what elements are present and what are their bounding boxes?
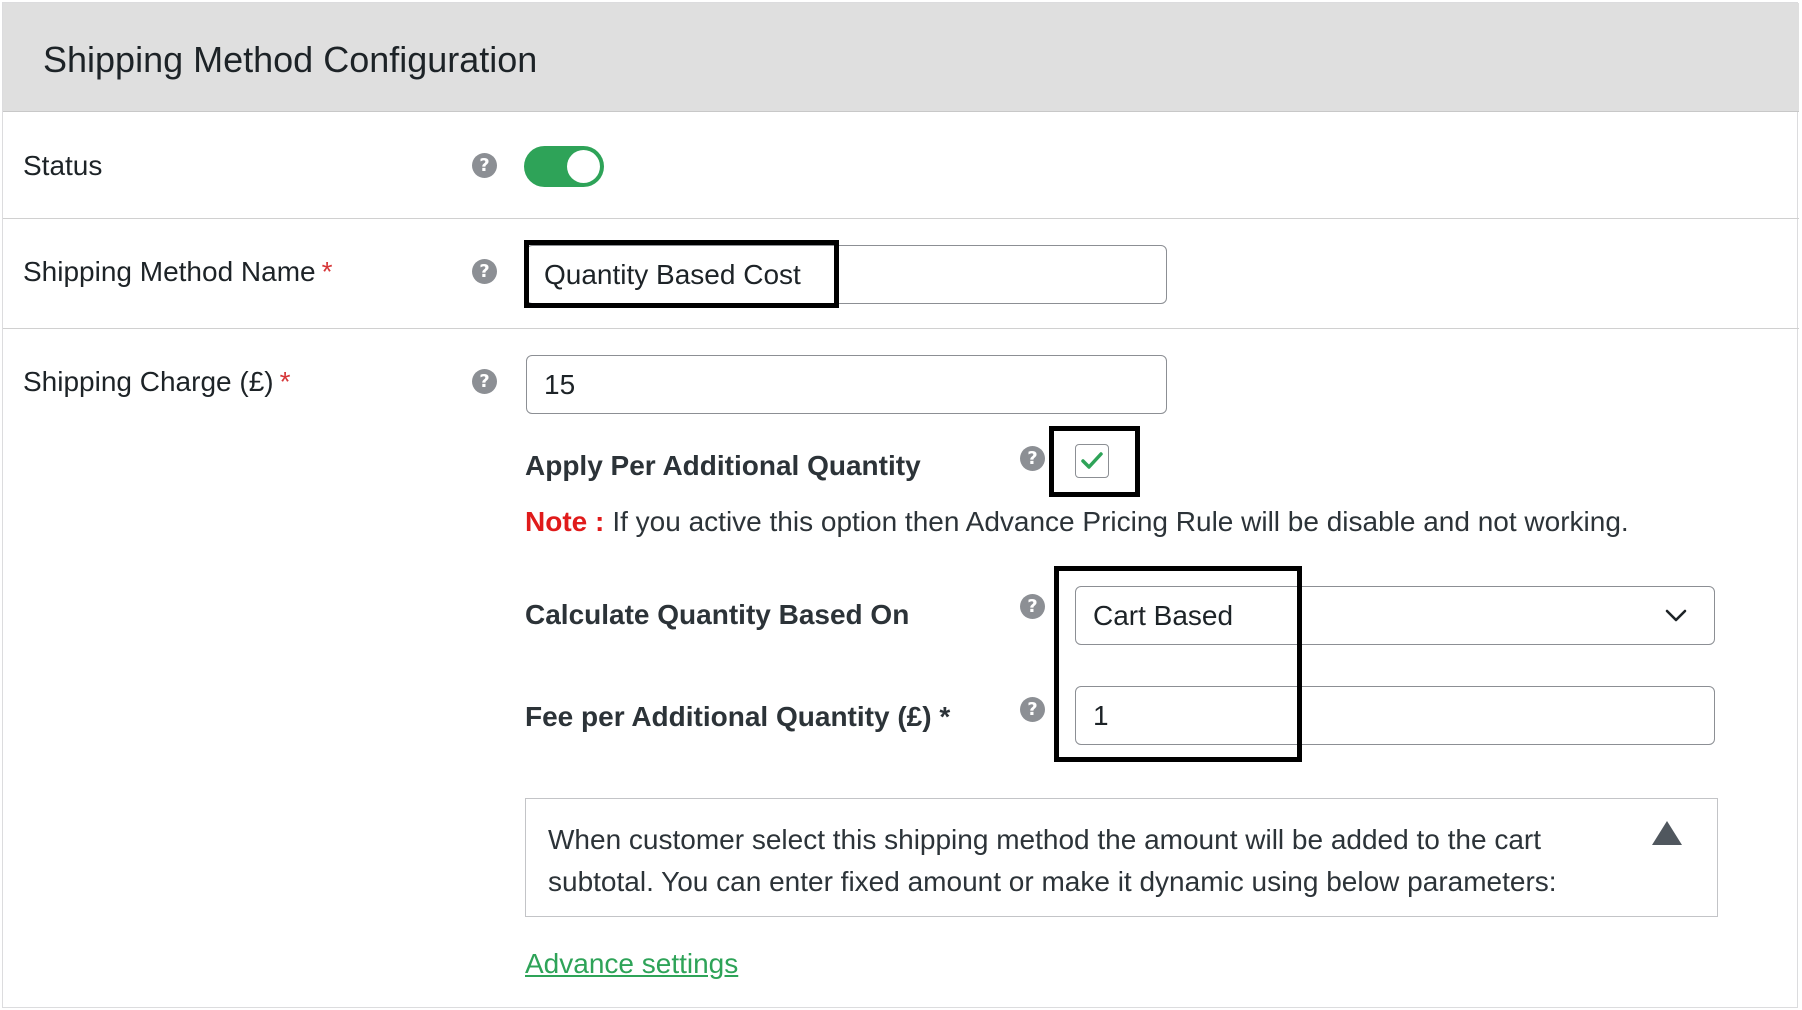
apply-per-qty-help-icon[interactable]: ? — [1020, 446, 1045, 471]
calc-based-on-label: Calculate Quantity Based On — [525, 599, 910, 630]
advance-settings-link[interactable]: Advance settings — [525, 948, 738, 980]
note-text: Note : If you active this option then Adv… — [525, 506, 1629, 538]
row-divider — [3, 218, 1799, 219]
info-text: When customer select this shipping metho… — [548, 824, 1557, 897]
fee-per-qty-label: Fee per Additional Quantity (£) * — [525, 701, 951, 732]
note-label: Note : — [525, 506, 605, 537]
shipping-charge-label: Shipping Charge (£) * — [23, 366, 291, 397]
status-help-icon[interactable]: ? — [472, 153, 497, 178]
row-divider — [3, 328, 1799, 329]
shipping-charge-input[interactable]: 15 — [526, 355, 1167, 414]
fee-per-qty-help-icon[interactable]: ? — [1020, 697, 1045, 722]
method-name-label: Shipping Method Name * — [23, 256, 333, 287]
highlight-box-checkbox — [1049, 426, 1140, 497]
status-label: Status — [23, 150, 103, 181]
highlight-box-calc-fields — [1054, 566, 1302, 762]
status-toggle[interactable] — [524, 146, 604, 187]
toggle-knob — [567, 150, 600, 183]
collapse-triangle-icon[interactable] — [1652, 821, 1682, 845]
chevron-down-icon — [1665, 609, 1687, 622]
shipping-charge-help-icon[interactable]: ? — [472, 369, 497, 394]
info-box: When customer select this shipping metho… — [525, 798, 1718, 917]
shipping-config-panel: Shipping Method Configuration Status ? S… — [2, 2, 1799, 1008]
calc-based-on-help-icon[interactable]: ? — [1020, 594, 1045, 619]
highlight-box-method-name — [524, 240, 839, 308]
method-name-help-icon[interactable]: ? — [472, 259, 497, 284]
panel-header: Shipping Method Configuration — [3, 3, 1799, 112]
note-body: If you active this option then Advance P… — [612, 506, 1629, 537]
page-title: Shipping Method Configuration — [43, 39, 538, 80]
shipping-charge-value: 15 — [544, 368, 576, 400]
apply-per-qty-label: Apply Per Additional Quantity — [525, 450, 921, 481]
